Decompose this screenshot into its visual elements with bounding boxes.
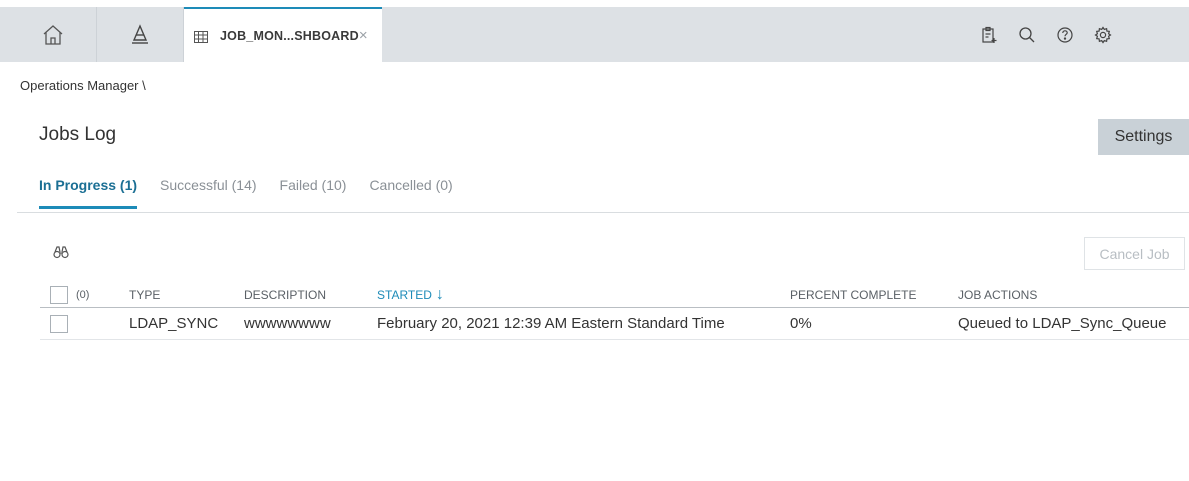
settings-button[interactable]: Settings bbox=[1098, 119, 1189, 155]
cancel-job-button[interactable]: Cancel Job bbox=[1084, 237, 1185, 270]
row-checkbox[interactable] bbox=[50, 314, 68, 333]
tab-cancelled[interactable]: Cancelled (0) bbox=[369, 177, 452, 193]
select-all-cell: (0) bbox=[50, 282, 89, 307]
table-header: (0) TYPE DESCRIPTION STARTED ↓ PERCENT C… bbox=[40, 282, 1189, 308]
cell-job-actions: Queued to LDAP_Sync_Queue bbox=[958, 315, 1167, 332]
grid-icon bbox=[194, 30, 208, 43]
asset-hierarchy-icon bbox=[129, 23, 151, 46]
column-header-percent-complete[interactable]: PERCENT COMPLETE bbox=[790, 282, 916, 307]
cell-type: LDAP_SYNC bbox=[129, 315, 219, 332]
tab-job-monitoring-dashboard[interactable]: JOB_MON...SHBOARD × bbox=[184, 7, 382, 62]
gear-icon[interactable] bbox=[1084, 25, 1122, 44]
select-all-checkbox[interactable] bbox=[50, 285, 68, 304]
home-button[interactable] bbox=[10, 7, 97, 62]
binoculars-icon[interactable] bbox=[53, 245, 69, 264]
tab-successful[interactable]: Successful (14) bbox=[160, 177, 256, 193]
cell-description: wwwwwwww bbox=[244, 315, 331, 332]
cell-started: February 20, 2021 12:39 AM Eastern Stand… bbox=[377, 315, 725, 332]
close-icon[interactable]: × bbox=[359, 28, 368, 43]
column-header-type[interactable]: TYPE bbox=[129, 282, 160, 307]
tabs-divider bbox=[17, 212, 1189, 213]
asset-hierarchy-button[interactable] bbox=[97, 7, 184, 62]
home-icon bbox=[41, 23, 65, 47]
page-title: Jobs Log bbox=[39, 124, 117, 145]
table-row[interactable]: LDAP_SYNC wwwwwwww February 20, 2021 12:… bbox=[40, 308, 1189, 340]
tab-failed[interactable]: Failed (10) bbox=[280, 177, 347, 193]
column-header-description[interactable]: DESCRIPTION bbox=[244, 282, 326, 307]
search-icon[interactable] bbox=[1008, 26, 1046, 44]
column-header-job-actions[interactable]: JOB ACTIONS bbox=[958, 282, 1037, 307]
column-header-started[interactable]: STARTED ↓ bbox=[377, 282, 444, 307]
sort-down-icon: ↓ bbox=[435, 285, 444, 303]
help-icon[interactable] bbox=[1046, 26, 1084, 44]
cell-percent-complete: 0% bbox=[790, 315, 812, 332]
breadcrumb[interactable]: Operations Manager \ bbox=[20, 78, 146, 93]
row-select-cell bbox=[50, 308, 68, 339]
column-header-started-label: STARTED bbox=[377, 287, 432, 302]
tab-label: JOB_MON...SHBOARD bbox=[220, 28, 359, 43]
status-tabs: In Progress (1) Successful (14) Failed (… bbox=[39, 177, 476, 209]
jobs-table: (0) TYPE DESCRIPTION STARTED ↓ PERCENT C… bbox=[40, 282, 1189, 340]
selected-count: (0) bbox=[76, 288, 90, 301]
toolbar-icons bbox=[970, 7, 1122, 62]
top-bar: JOB_MON...SHBOARD × bbox=[0, 0, 1189, 62]
clipboard-add-icon[interactable] bbox=[970, 26, 1008, 44]
tab-in-progress[interactable]: In Progress (1) bbox=[39, 177, 138, 209]
